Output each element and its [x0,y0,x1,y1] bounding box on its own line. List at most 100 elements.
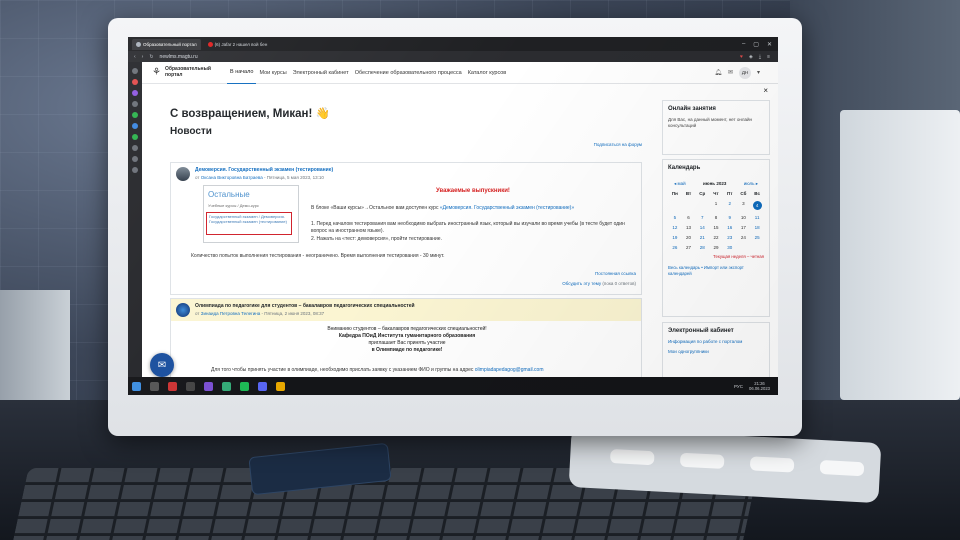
calendar-day[interactable]: 13 [682,225,696,230]
browser-tab-portal[interactable]: Образовательный портал [132,38,201,50]
calendar-day[interactable]: 29 [709,245,723,250]
calendar-day[interactable]: 2 [723,201,737,210]
notifications-icon[interactable]: 🔔︎ [714,69,722,76]
reload-icon[interactable]: ↻ [149,54,153,60]
nav-my-courses[interactable]: Мои курсы [256,62,289,84]
messages-icon[interactable]: ✉ [728,69,733,76]
nav-course-catalog[interactable]: Каталог курсов [465,62,510,84]
sidebar-app-icon[interactable] [132,156,138,162]
calendar-day[interactable]: 24 [737,235,751,240]
calendar-day[interactable]: 30 [723,245,737,250]
post-author[interactable]: Зинаида Петровна Телегина [201,311,261,316]
calendar-day[interactable]: 7 [695,215,709,220]
taskbar-app-icon[interactable] [204,381,213,391]
calendar-today[interactable]: 4 [752,201,762,210]
calendar-day[interactable]: 17 [737,225,751,230]
taskbar-app-icon[interactable] [168,381,177,391]
sidebar-app-icon[interactable] [132,101,138,107]
start-icon[interactable] [132,381,141,391]
minimize-icon[interactable]: – [742,41,745,48]
message-fab[interactable]: ✉ [150,353,174,377]
nav-home[interactable]: В начало [227,62,257,84]
extensions-icon[interactable]: ◈ [749,54,753,60]
groupmates-link[interactable]: Мои одногруппники [668,349,764,354]
calendar-day[interactable]: 8 [709,215,723,220]
nav-education-support[interactable]: Обеспечение образовательного процесса [352,62,465,84]
calendar-day[interactable]: 28 [695,245,709,250]
sidebar-app-icon[interactable] [132,112,138,118]
calendar-day[interactable]: 23 [723,235,737,240]
calendar-day[interactable]: 5 [668,215,682,220]
post-date: - Пятница, 5 мая 2023, 13:10 [263,174,324,180]
calendar-day[interactable]: 15 [709,225,723,230]
sidebar-app-icon[interactable] [132,79,138,85]
author-avatar[interactable] [176,303,190,317]
meta-prefix: от [195,174,200,180]
url-field[interactable]: newlms.magtu.ru [160,54,198,60]
calendar-links[interactable]: Весь календарь • Импорт или экспорт кале… [668,265,764,277]
calendar-day[interactable]: 3 [737,201,751,210]
calendar-next[interactable]: июль ▸ [744,181,758,187]
menu-icon[interactable]: ≡ [767,54,770,60]
taskbar-app-icon[interactable] [258,381,267,391]
site-logo[interactable]: ⚘ Образовательный портал [152,66,211,79]
calendar-day[interactable]: 11 [750,215,764,220]
taskbar-app-icon[interactable] [222,381,231,391]
calendar-day[interactable]: 26 [668,245,682,250]
sidebar-app-icon[interactable] [132,145,138,151]
user-avatar[interactable]: ДН [738,66,751,79]
calendar-day[interactable]: 14 [695,225,709,230]
post-title[interactable]: Демоверсия. Государственный экзамен (тес… [195,167,333,173]
sidebar-app-icon[interactable] [132,123,138,129]
calendar-day[interactable]: 9 [723,215,737,220]
heart-icon[interactable]: ♥ [740,54,743,60]
permalink-link[interactable]: Постоянная ссылка [595,271,636,276]
calendar-day[interactable]: 16 [723,225,737,230]
sidebar-app-icon[interactable] [132,134,138,140]
search-icon[interactable] [150,381,159,391]
course-link[interactable]: «Демоверсия. Государственный экзамен (те… [440,205,574,211]
download-icon[interactable]: ⤓ [759,54,761,60]
post-author[interactable]: Оксана Викторовна Батраева [201,175,263,180]
discuss-text[interactable]: Обсудить эту тему [562,281,601,286]
calendar-day[interactable]: 22 [709,235,723,240]
lang-indicator[interactable]: РУС [734,384,743,389]
calendar-day[interactable]: 20 [682,235,696,240]
calendar-day[interactable]: 21 [695,235,709,240]
portal-info-link[interactable]: Информация по работе с порталом [668,339,764,344]
calendar-day[interactable]: 6 [682,215,696,220]
taskbar-app-icon[interactable] [186,381,195,391]
clock[interactable]: 21:26 06.06.2023 [749,381,770,391]
reply-count: (пока 0 ответов) [602,281,636,286]
sidebar-app-icon[interactable] [132,167,138,173]
calendar-day[interactable]: 19 [668,235,682,240]
sidebar-app-icon[interactable] [132,68,138,74]
forward-icon[interactable]: › [142,54,144,60]
back-icon[interactable]: ‹ [134,54,136,60]
calendar-day[interactable]: 10 [737,215,751,220]
calendar-day[interactable]: 4 [750,201,764,210]
nav-e-cabinet[interactable]: Электронный кабинет [290,62,352,84]
post-title[interactable]: Олимпиада по педагогике для студентов – … [195,303,415,309]
meta-prefix: от [195,310,200,316]
taskbar-app-icon[interactable] [240,381,249,391]
calendar-day[interactable]: 25 [750,235,764,240]
calendar-day[interactable]: 1 [709,201,723,210]
chevron-down-icon[interactable]: ▾ [757,69,760,76]
taskbar-app-icon[interactable] [276,381,285,391]
post-screenshot: Остальные Учебные курсы / Демо-курс Госу… [203,185,299,243]
browser-tab-youtube[interactable]: (6) Jafar 2 нашел вой бен [204,39,272,50]
calendar-prev[interactable]: ◂ май [674,181,686,187]
subscribe-link[interactable]: Подписаться на форум [594,142,642,147]
paragraph-text: В блоке «Ваши курсы»→Остальное вам досту… [311,205,439,211]
calendar-day[interactable]: 27 [682,245,696,250]
calendar-day[interactable]: 18 [750,225,764,230]
calendar-day[interactable]: 12 [668,225,682,230]
close-window-icon[interactable]: ✕ [767,41,772,48]
right-drawer: × Онлайн занятия Для Вас, на данный моме… [656,84,774,382]
maximize-icon[interactable]: ▢ [753,41,759,48]
email-link[interactable]: olimpiadapedagog@gmail.com [475,367,544,373]
author-avatar[interactable] [176,167,190,181]
sidebar-app-icon[interactable] [132,90,138,96]
close-drawer-icon[interactable]: × [763,86,768,95]
